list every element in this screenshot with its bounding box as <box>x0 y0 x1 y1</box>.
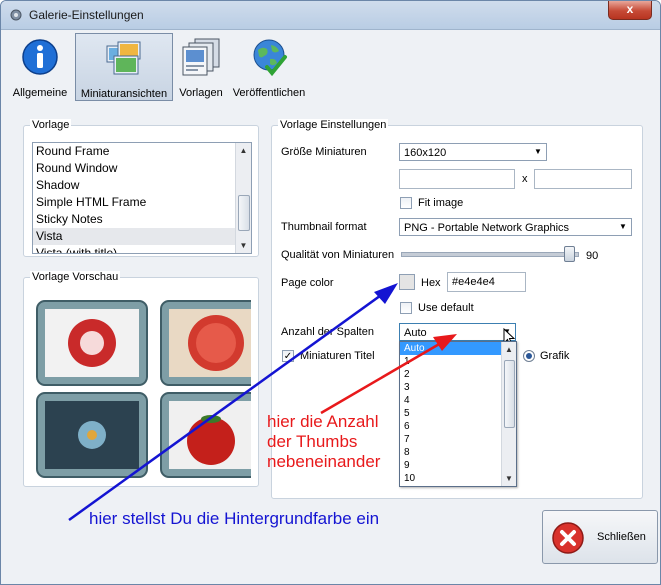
close-dialog-label: Schließen <box>597 531 646 543</box>
settings-window: Galerie-Einstellungen x Allgemeine Minia… <box>0 0 661 585</box>
blue-arrow-line <box>68 291 385 522</box>
red-arrow-line <box>320 341 442 415</box>
red-annotation: hier die Anzahl der Thumbs nebeneinander <box>267 412 380 472</box>
red-annotation-line: hier die Anzahl <box>267 412 379 431</box>
blue-annotation: hier stellst Du die Hintergrundfarbe ein <box>89 509 380 528</box>
close-dialog-button[interactable]: Schließen <box>542 510 658 564</box>
annotation-arrows <box>68 283 457 522</box>
blue-arrowhead <box>374 283 398 304</box>
red-arrowhead <box>433 334 457 351</box>
red-annotation-line: der Thumbs <box>267 432 358 451</box>
red-annotation-line: nebeneinander <box>267 452 381 471</box>
close-x-icon <box>552 522 584 554</box>
